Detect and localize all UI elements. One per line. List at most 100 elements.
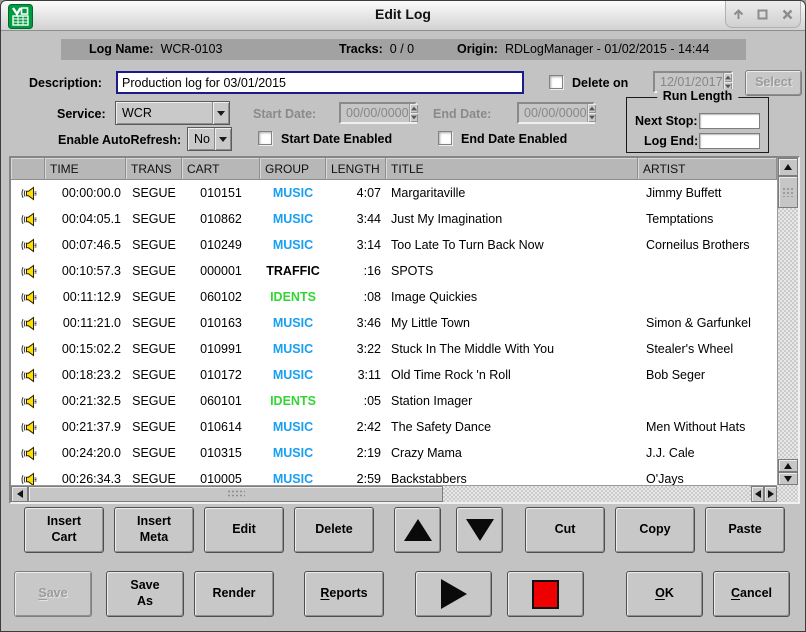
copy-button[interactable]: Copy	[615, 507, 695, 553]
header-time[interactable]: TIME	[45, 158, 126, 180]
header-icon-column[interactable]	[11, 158, 45, 180]
cell-group: MUSIC	[260, 362, 326, 388]
delete-button[interactable]: Delete	[294, 507, 374, 553]
start-date-spinner[interactable]: 00/00/0000	[339, 102, 417, 124]
paste-button[interactable]: Paste	[705, 507, 785, 553]
spinner-down-icon[interactable]	[588, 113, 596, 122]
cell-group: IDENTS	[260, 284, 326, 310]
header-title[interactable]: TITLE	[386, 158, 638, 180]
insert-meta-button[interactable]: Insert Meta	[114, 507, 194, 553]
end-date-enabled-checkbox[interactable]	[438, 131, 452, 145]
header-artist[interactable]: ARTIST	[638, 158, 777, 180]
save-button-label: Save	[38, 586, 67, 602]
scroll-left-icon[interactable]	[11, 486, 28, 502]
cell-time: 00:21:37.9	[45, 414, 126, 440]
cell-group: MUSIC	[260, 440, 326, 466]
shade-icon[interactable]	[729, 5, 747, 23]
end-date-spinner[interactable]: 00/00/0000	[517, 102, 595, 124]
origin-group: Origin:RDLogManager - 01/02/2015 - 14:44	[457, 42, 709, 56]
cell-artist: Men Without Hats	[638, 414, 777, 440]
header-trans[interactable]: TRANS	[126, 158, 182, 180]
save-as-button[interactable]: Save As	[106, 571, 184, 617]
header-cart[interactable]: CART	[182, 158, 260, 180]
horizontal-scrollbar[interactable]	[11, 485, 777, 502]
cell-title: The Safety Dance	[386, 414, 638, 440]
log-row[interactable]: 00:21:37.9 SEGUE 010614 MUSIC 2:42 The S…	[11, 414, 777, 440]
cell-group: IDENTS	[260, 388, 326, 414]
reports-button[interactable]: Reports	[304, 571, 384, 617]
header-length[interactable]: LENGTH	[326, 158, 386, 180]
cell-artist: Stealer's Wheel	[638, 336, 777, 362]
cell-length: 3:14	[326, 232, 386, 258]
cell-time: 00:26:34.3	[45, 466, 126, 485]
spinner-up-icon[interactable]	[410, 104, 418, 113]
save-button[interactable]: Save	[14, 571, 92, 617]
spinner-up-icon[interactable]	[588, 104, 596, 113]
log-row[interactable]: 00:10:57.3 SEGUE 000001 TRAFFIC :16 SPOT…	[11, 258, 777, 284]
maximize-icon[interactable]	[754, 5, 772, 23]
scroll-left-icon[interactable]	[751, 486, 764, 502]
vertical-scrollbar[interactable]	[777, 158, 798, 485]
spinner-up-icon[interactable]	[724, 73, 732, 82]
cell-length: :08	[326, 284, 386, 310]
titlebar[interactable]: Edit Log	[1, 1, 805, 31]
log-row[interactable]: 00:04:05.1 SEGUE 010862 MUSIC 3:44 Just …	[11, 206, 777, 232]
vertical-scroll-thumb[interactable]	[778, 176, 798, 208]
log-row[interactable]: 00:11:21.0 SEGUE 010163 MUSIC 3:46 My Li…	[11, 310, 777, 336]
close-icon[interactable]	[779, 5, 797, 23]
delete-on-checkbox[interactable]	[549, 75, 563, 89]
ok-button[interactable]: OK	[626, 571, 703, 617]
render-button[interactable]: Render	[194, 571, 274, 617]
cell-time: 00:21:32.5	[45, 388, 126, 414]
horizontal-scroll-thumb[interactable]	[28, 486, 443, 502]
edit-button[interactable]: Edit	[204, 507, 284, 553]
end-date-enabled-label: End Date Enabled	[461, 132, 567, 146]
vertical-scroll-track[interactable]	[778, 208, 798, 459]
header-group[interactable]: GROUP	[260, 158, 326, 180]
cell-trans: SEGUE	[126, 414, 182, 440]
cell-title: Stuck In The Middle With You	[386, 336, 638, 362]
scroll-up-icon[interactable]	[778, 459, 798, 472]
autorefresh-value: No	[188, 132, 214, 146]
cell-cart: 060102	[182, 284, 260, 310]
cell-artist: Temptations	[638, 206, 777, 232]
log-row[interactable]: 00:24:20.0 SEGUE 010315 MUSIC 2:19 Crazy…	[11, 440, 777, 466]
start-date-enabled-checkbox[interactable]	[258, 131, 272, 145]
autorefresh-dropdown[interactable]: No	[187, 127, 232, 151]
scroll-down-icon[interactable]	[778, 472, 798, 485]
description-input[interactable]	[116, 71, 524, 94]
cell-trans: SEGUE	[126, 284, 182, 310]
stop-button[interactable]	[507, 571, 584, 617]
spinner-down-icon[interactable]	[410, 113, 418, 122]
service-dropdown[interactable]: WCR	[115, 101, 230, 125]
move-down-button[interactable]	[456, 507, 503, 553]
cancel-button[interactable]: Cancel	[713, 571, 790, 617]
service-label: Service:	[57, 107, 106, 121]
log-row[interactable]: 00:15:02.2 SEGUE 010991 MUSIC 3:22 Stuck…	[11, 336, 777, 362]
delete-on-date-value: 12/01/2017	[655, 75, 723, 89]
horizontal-scroll-track[interactable]	[443, 486, 751, 502]
origin-value: RDLogManager - 01/02/2015 - 14:44	[505, 42, 709, 56]
log-name-value: WCR-0103	[161, 42, 223, 56]
log-row[interactable]: 00:21:32.5 SEGUE 060101 IDENTS :05 Stati…	[11, 388, 777, 414]
tracks-label: Tracks:	[339, 42, 383, 56]
cell-title: Too Late To Turn Back Now	[386, 232, 638, 258]
play-icon	[441, 579, 467, 609]
log-row[interactable]: 00:11:12.9 SEGUE 060102 IDENTS :08 Image…	[11, 284, 777, 310]
select-button[interactable]: Select	[745, 70, 802, 96]
log-row[interactable]: 00:00:00.0 SEGUE 010151 MUSIC 4:07 Marga…	[11, 180, 777, 206]
tracks-group: Tracks:0 / 0	[339, 42, 414, 56]
scroll-right-icon[interactable]	[764, 486, 777, 502]
log-row[interactable]: 00:07:46.5 SEGUE 010249 MUSIC 3:14 Too L…	[11, 232, 777, 258]
cut-button[interactable]: Cut	[525, 507, 605, 553]
log-row[interactable]: 00:26:34.3 SEGUE 010005 MUSIC 2:59 Backs…	[11, 466, 777, 485]
cell-artist: Corneilus Brothers	[638, 232, 777, 258]
insert-cart-button[interactable]: Insert Cart	[24, 507, 104, 553]
speaker-icon	[11, 284, 45, 310]
scroll-up-icon[interactable]	[778, 158, 798, 176]
speaker-icon	[11, 388, 45, 414]
move-up-button[interactable]	[394, 507, 441, 553]
cell-title: Old Time Rock 'n Roll	[386, 362, 638, 388]
play-button[interactable]	[415, 571, 492, 617]
log-row[interactable]: 00:18:23.2 SEGUE 010172 MUSIC 3:11 Old T…	[11, 362, 777, 388]
